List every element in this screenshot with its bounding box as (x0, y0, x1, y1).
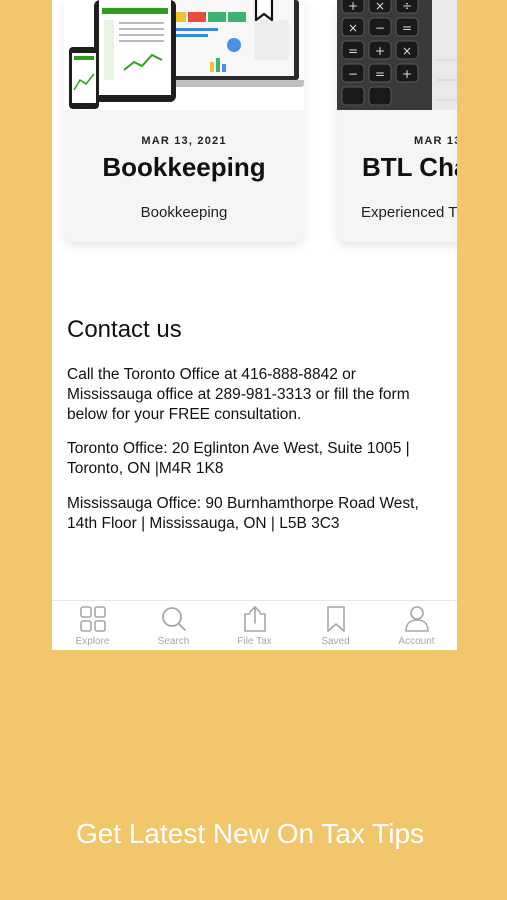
article-subtitle: Bookkeeping (140, 204, 228, 221)
svg-text:=: = (348, 44, 358, 58)
article-image-devices (64, 0, 304, 110)
tab-label: File Tax (237, 636, 272, 647)
promo-tagline: Get Latest New On Tax Tips (75, 818, 425, 849)
article-date: MAR 13 (414, 135, 457, 147)
person-icon (404, 606, 429, 632)
tab-saved[interactable]: Saved (295, 601, 376, 650)
article-subtitle: Experienced T (361, 204, 457, 221)
contact-heading: Contact us (67, 316, 182, 343)
mississauga-office-address: Mississauga Office: 90 Burnhamthorpe Roa… (67, 495, 419, 532)
tab-label: Saved (321, 636, 350, 647)
upload-icon (243, 606, 266, 632)
svg-text:+: + (375, 44, 385, 58)
article-card-btl[interactable]: + × ÷ × − = = + × − = + MAR 13 BTL Cha Experienc… (337, 0, 457, 242)
bookmark-icon[interactable] (253, 0, 275, 22)
tab-label: Explore (75, 636, 110, 647)
svg-text:+: + (348, 0, 358, 13)
tab-account[interactable]: Account (376, 601, 457, 650)
bottom-tab-bar: Explore Search File Tax Saved Account (52, 600, 457, 650)
article-card-bookkeeping[interactable]: MAR 13, 2021 Bookkeeping Bookkeeping (64, 0, 304, 242)
tab-explore[interactable]: Explore (52, 601, 133, 650)
article-date: MAR 13, 2021 (141, 135, 227, 147)
svg-text:×: × (348, 21, 358, 35)
tab-search[interactable]: Search (133, 601, 214, 650)
svg-text:÷: ÷ (402, 0, 412, 13)
article-image-calculator: + × ÷ × − = = + × − = + (337, 0, 457, 110)
article-carousel[interactable]: MAR 13, 2021 Bookkeeping Bookkeeping + ×… (52, 0, 457, 260)
contact-intro: Call the Toronto Office at 416-888-8842 … (67, 366, 410, 423)
bookmark-icon (326, 606, 345, 632)
grid-icon (79, 606, 106, 632)
article-title: BTL Cha (362, 152, 457, 182)
svg-text:−: − (375, 21, 385, 35)
svg-text:=: = (402, 21, 412, 35)
toronto-office-address: Toronto Office: 20 Eglinton Ave West, Su… (67, 440, 410, 477)
search-icon (161, 607, 186, 631)
article-title: Bookkeeping (102, 152, 266, 182)
tab-label: Account (398, 636, 435, 647)
tab-file-tax[interactable]: File Tax (214, 601, 295, 650)
svg-text:×: × (375, 0, 385, 13)
tab-label: Search (157, 636, 190, 647)
svg-text:−: − (348, 67, 358, 81)
svg-text:=: = (375, 67, 385, 81)
svg-text:×: × (402, 44, 412, 58)
contact-section: Contact us Call the Toronto Office at 41… (67, 316, 442, 534)
svg-text:+: + (402, 67, 412, 81)
app-screen: MAR 13, 2021 Bookkeeping Bookkeeping + ×… (52, 0, 457, 650)
